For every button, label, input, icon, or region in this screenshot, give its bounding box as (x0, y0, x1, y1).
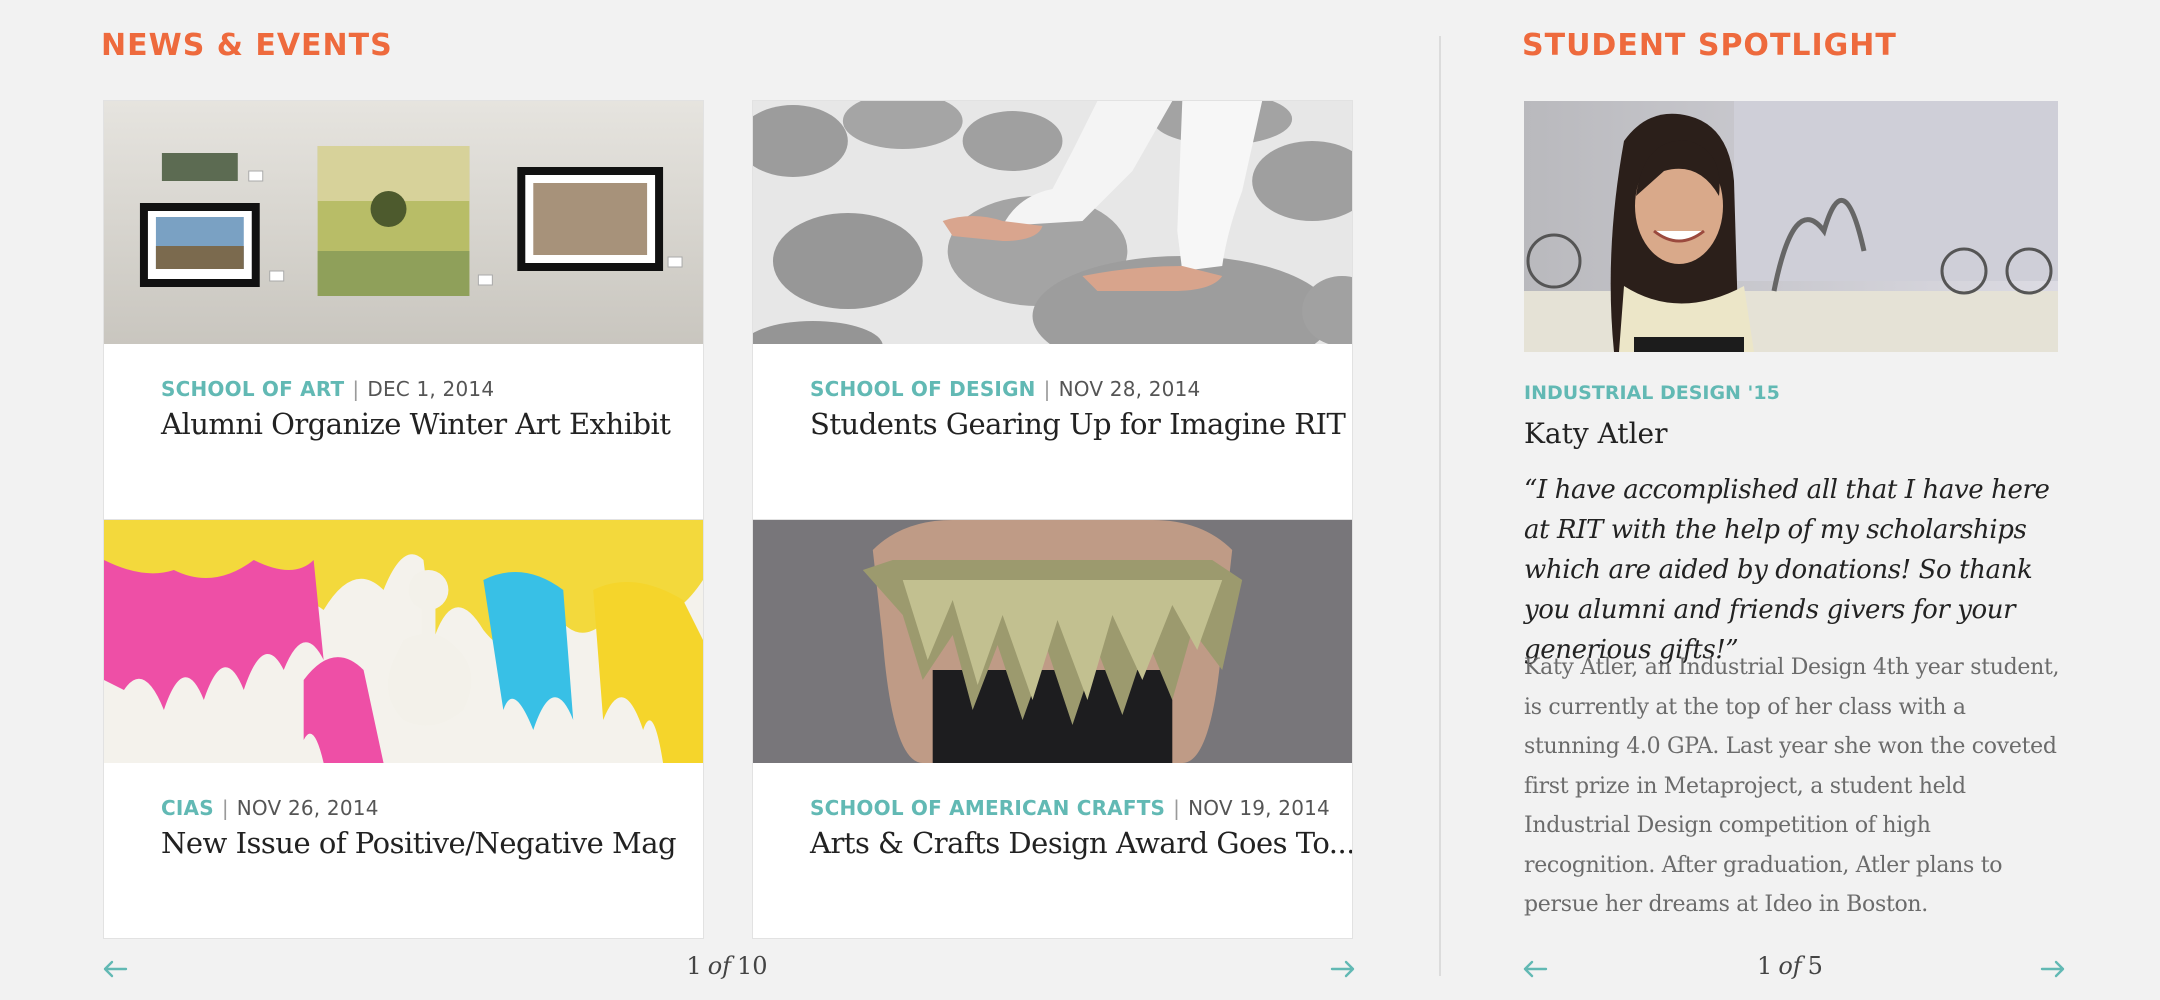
news-pager: 1 of 10 (627, 952, 827, 980)
spotlight-photo (1524, 101, 2058, 352)
pager-current: 1 (686, 952, 702, 980)
pager-of: of (1778, 952, 1802, 980)
news-card-category[interactable]: SCHOOL OF AMERICAN CRAFTS (810, 796, 1165, 820)
column-divider (1439, 36, 1441, 976)
pager-total: 10 (737, 952, 768, 980)
meta-separator: | (1173, 796, 1181, 820)
news-card-image (104, 520, 703, 763)
pager-of: of (707, 952, 732, 980)
news-card-category[interactable]: SCHOOL OF DESIGN (810, 377, 1036, 401)
news-card-crafts-award[interactable]: SCHOOL OF AMERICAN CRAFTS | NOV 19, 2014 A… (752, 519, 1353, 939)
news-card-meta: CIAS | NOV 26, 2014 (161, 796, 379, 820)
spotlight-pager: 1 of 5 (1690, 952, 1890, 980)
news-prev-arrow-icon[interactable] (100, 954, 130, 984)
news-card-category[interactable]: SCHOOL OF ART (161, 377, 344, 401)
news-card-title[interactable]: Students Gearing Up for Imagine RIT (810, 407, 1346, 441)
news-heading: NEWS & EVENTS (101, 28, 393, 63)
news-next-arrow-icon[interactable] (1328, 954, 1358, 984)
news-card-date: DEC 1, 2014 (367, 377, 495, 401)
news-card-title[interactable]: Alumni Organize Winter Art Exhibit (161, 407, 671, 441)
news-card-image (753, 520, 1352, 763)
news-card-title[interactable]: Arts & Crafts Design Award Goes To... (810, 826, 1352, 860)
meta-separator: | (1043, 377, 1051, 401)
news-card-imagine-rit[interactable]: SCHOOL OF DESIGN | NOV 28, 2014 Students G… (752, 100, 1353, 520)
news-card-meta: SCHOOL OF AMERICAN CRAFTS | NOV 19, 2014 (810, 796, 1330, 820)
meta-separator: | (221, 796, 229, 820)
spotlight-bio: Katy Atler, an Industrial Design 4th yea… (1524, 655, 2060, 917)
news-card-title[interactable]: New Issue of Positive/Negative Mag (161, 826, 677, 860)
pager-current: 1 (1757, 952, 1773, 980)
news-card-image (104, 101, 703, 344)
spotlight-quote: “I have accomplished all that I have her… (1524, 475, 2050, 665)
spotlight-next-arrow-icon[interactable] (2038, 954, 2068, 984)
news-card-meta: SCHOOL OF DESIGN | NOV 28, 2014 (810, 377, 1200, 401)
meta-separator: | (352, 377, 360, 401)
news-card-date: NOV 28, 2014 (1058, 377, 1201, 401)
news-card-meta: SCHOOL OF ART | DEC 1, 2014 (161, 377, 494, 401)
spotlight-program: INDUSTRIAL DESIGN '15 (1524, 382, 1780, 404)
news-card-art-exhibit[interactable]: SCHOOL OF ART | DEC 1, 2014 Alumni Organiz… (103, 100, 704, 520)
news-card-date: NOV 19, 2014 (1188, 796, 1330, 820)
spotlight-name: Katy Atler (1524, 417, 1668, 450)
spotlight-heading: STUDENT SPOTLIGHT (1522, 28, 1897, 63)
news-card-category[interactable]: CIAS (161, 796, 214, 820)
news-card-positive-negative[interactable]: CIAS | NOV 26, 2014 New Issue of Positive/… (103, 519, 704, 939)
pager-total: 5 (1807, 952, 1823, 980)
news-card-image (753, 101, 1352, 344)
news-card-date: NOV 26, 2014 (236, 796, 379, 820)
spotlight-prev-arrow-icon[interactable] (1520, 954, 1550, 984)
